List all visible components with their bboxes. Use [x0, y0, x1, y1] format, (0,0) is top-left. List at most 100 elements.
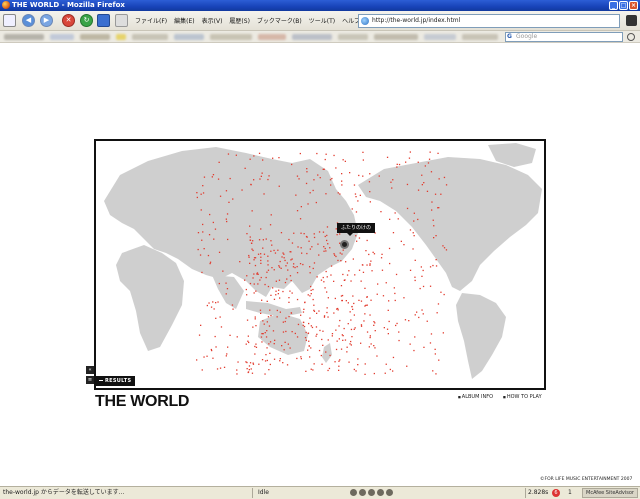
player-dot[interactable] — [239, 261, 241, 263]
player-dot[interactable] — [217, 178, 220, 180]
player-dot[interactable] — [266, 347, 268, 349]
player-dot[interactable] — [288, 301, 290, 303]
player-dot[interactable] — [278, 157, 280, 159]
player-dot[interactable] — [362, 271, 365, 273]
player-dot[interactable] — [251, 242, 253, 244]
player-dot[interactable] — [342, 159, 344, 161]
player-dot[interactable] — [299, 152, 301, 155]
player-dot[interactable] — [381, 269, 384, 271]
player-dot[interactable] — [285, 330, 287, 333]
player-dot[interactable] — [406, 365, 408, 367]
bookmark-item[interactable] — [50, 34, 74, 40]
player-dot[interactable] — [413, 349, 415, 352]
player-dot[interactable] — [369, 314, 371, 316]
player-dot[interactable] — [260, 256, 262, 258]
player-dot[interactable] — [326, 239, 328, 242]
player-dot[interactable] — [414, 314, 416, 316]
player-dot[interactable] — [261, 341, 263, 343]
player-dot[interactable] — [294, 266, 296, 269]
player-dot[interactable] — [309, 266, 311, 268]
player-dot[interactable] — [324, 158, 326, 161]
player-dot[interactable] — [200, 209, 202, 211]
player-dot[interactable] — [296, 336, 299, 338]
player-dot[interactable] — [331, 177, 333, 180]
player-dot[interactable] — [412, 232, 414, 234]
player-dot[interactable] — [270, 214, 272, 216]
player-dot[interactable] — [253, 292, 255, 294]
player-dot[interactable] — [326, 311, 328, 314]
player-dot[interactable] — [423, 346, 425, 348]
player-dot[interactable] — [254, 353, 256, 355]
player-dot[interactable] — [340, 285, 343, 287]
player-dot[interactable] — [274, 252, 277, 254]
player-dot[interactable] — [371, 270, 373, 272]
player-dot[interactable] — [252, 363, 255, 365]
player-dot[interactable] — [321, 338, 323, 341]
player-dot[interactable] — [244, 279, 246, 281]
player-dot[interactable] — [317, 243, 319, 245]
player-dot[interactable] — [341, 294, 344, 297]
player-dot[interactable] — [357, 358, 359, 360]
player-dot[interactable] — [269, 352, 271, 354]
player-dot[interactable] — [287, 269, 289, 271]
player-dot[interactable] — [219, 195, 222, 197]
player-dot[interactable] — [323, 281, 325, 283]
player-dot[interactable] — [369, 263, 371, 265]
player-dot[interactable] — [249, 158, 251, 160]
player-dot[interactable] — [413, 235, 415, 237]
player-dot[interactable] — [414, 336, 416, 338]
player-dot[interactable] — [320, 354, 322, 357]
player-dot[interactable] — [262, 247, 264, 249]
player-dot[interactable] — [270, 315, 272, 317]
player-dot[interactable] — [326, 276, 328, 278]
player-dot[interactable] — [393, 287, 395, 289]
player-dot[interactable] — [310, 285, 312, 288]
player-dot[interactable] — [377, 283, 379, 285]
player-dot[interactable] — [295, 194, 297, 196]
player-dot[interactable] — [209, 262, 211, 265]
player-dot[interactable] — [406, 183, 409, 186]
player-dot[interactable] — [362, 159, 364, 161]
player-dot[interactable] — [422, 285, 425, 288]
player-dot[interactable] — [373, 321, 375, 323]
player-dot[interactable] — [347, 302, 349, 304]
player-dot[interactable] — [259, 178, 261, 180]
player-dot[interactable] — [322, 276, 324, 279]
player-dot[interactable] — [272, 330, 275, 332]
player-dot[interactable] — [245, 343, 247, 345]
player-dot[interactable] — [200, 324, 202, 326]
player-dot[interactable] — [374, 322, 376, 324]
player-dot[interactable] — [279, 360, 281, 362]
player-dot[interactable] — [319, 177, 321, 179]
siteadvisor-button[interactable]: McAfee SiteAdvisor — [582, 488, 638, 498]
player-dot[interactable] — [291, 331, 293, 333]
player-dot[interactable] — [386, 156, 389, 158]
player-dot[interactable] — [260, 175, 262, 177]
album-info-link[interactable]: ALBUM INFO — [458, 394, 493, 400]
player-dot[interactable] — [344, 160, 346, 162]
player-dot[interactable] — [309, 317, 311, 319]
menu-tools[interactable]: ツール(T) — [309, 16, 335, 25]
player-dot[interactable] — [269, 224, 272, 226]
player-dot[interactable] — [351, 336, 353, 338]
player-dot[interactable] — [385, 363, 387, 365]
player-dot[interactable] — [330, 274, 332, 276]
player-dot[interactable] — [300, 358, 302, 360]
player-dot[interactable] — [232, 198, 234, 200]
player-dot[interactable] — [214, 335, 216, 338]
player-dot[interactable] — [395, 324, 397, 327]
player-dot[interactable] — [436, 312, 438, 314]
player-dot[interactable] — [263, 253, 266, 255]
player-dot[interactable] — [302, 324, 304, 326]
player-dot[interactable] — [285, 265, 287, 267]
player-dot[interactable] — [215, 346, 217, 348]
player-dot[interactable] — [261, 172, 263, 174]
player-dot[interactable] — [350, 319, 352, 321]
player-dot[interactable] — [370, 299, 372, 301]
player-dot[interactable] — [236, 373, 238, 375]
player-dot[interactable] — [260, 336, 263, 338]
player-dot[interactable] — [324, 247, 326, 250]
player-dot[interactable] — [391, 187, 393, 189]
search-input[interactable]: G Google — [505, 32, 623, 42]
player-dot[interactable] — [323, 250, 325, 252]
